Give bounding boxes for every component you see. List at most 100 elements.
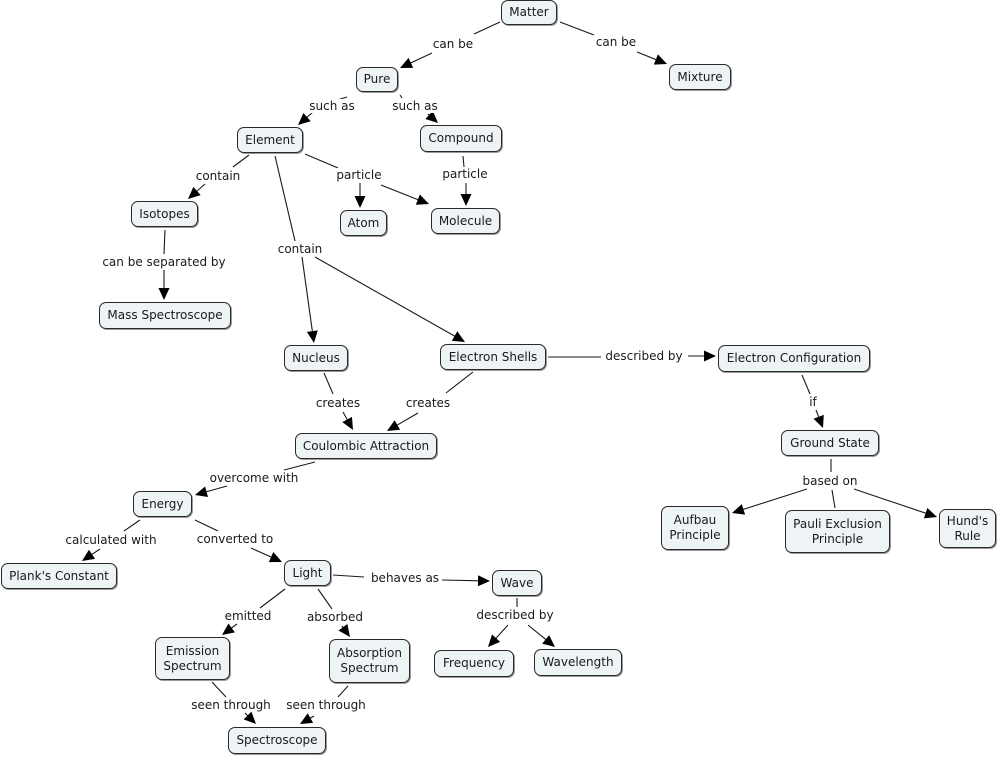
absorbed-to-absorption-arrow: [338, 624, 350, 637]
connection-lines: [82, 21, 937, 724]
overcome-to-energy-arrow: [195, 485, 228, 498]
element-to-particle-line: [304, 153, 339, 169]
link-label-shells-creates: creates: [403, 396, 453, 410]
contain-to-nucleus-arrow: [301, 256, 318, 343]
node-pure[interactable]: Pure: [356, 67, 398, 92]
link-label-isotopes-separated: can be separated by: [100, 255, 228, 269]
node-planks-constant[interactable]: Plank's Constant: [1, 563, 117, 589]
matter-to-pure-arrow: [400, 52, 433, 68]
link-label-matter-pure: can be: [430, 37, 476, 51]
arrowhead-icon: [704, 350, 716, 362]
arrowhead-icon: [188, 186, 201, 199]
isotopes-to-separated-line: [163, 229, 166, 255]
node-electron-shells[interactable]: Electron Shells: [440, 344, 546, 370]
node-electron-configuration[interactable]: Electron Configuration: [718, 345, 870, 372]
node-matter[interactable]: Matter: [501, 0, 557, 25]
shells-to-creates-line: [445, 371, 474, 394]
arrowhead-icon: [542, 635, 555, 647]
arrowhead-icon: [923, 507, 937, 519]
link-label-wave-described: described by: [474, 608, 556, 622]
node-coulombic-attraction[interactable]: Coulombic Attraction: [295, 433, 437, 459]
node-energy[interactable]: Energy: [133, 491, 192, 517]
node-wavelength[interactable]: Wavelength: [534, 649, 622, 676]
arrowhead-icon: [338, 624, 350, 637]
node-mass-spectroscope[interactable]: Mass Spectroscope: [99, 302, 231, 329]
node-pauli-exclusion-principle[interactable]: Pauli Exclusion Principle: [785, 510, 890, 553]
node-isotopes[interactable]: Isotopes: [131, 201, 198, 227]
arrowhead-icon: [300, 713, 314, 724]
pure-to-element-arrow: [298, 111, 314, 125]
link-label-energy-converted: converted to: [194, 532, 276, 546]
node-frequency[interactable]: Frequency: [434, 650, 514, 677]
particle-to-atom-arrow: [354, 183, 366, 208]
node-mixture[interactable]: Mixture: [669, 64, 731, 90]
link-label-light-absorbed: absorbed: [304, 610, 366, 624]
arrowhead-icon: [342, 416, 353, 430]
link-label-element-isotopes: contain: [193, 169, 243, 183]
node-compound[interactable]: Compound: [420, 125, 502, 152]
described-to-config-arrow: [688, 350, 716, 362]
link-label-coulombic-overcome: overcome with: [207, 471, 301, 485]
node-spectroscope[interactable]: Spectroscope: [228, 727, 326, 754]
absorption-to-seen-line: [337, 685, 349, 698]
node-element[interactable]: Element: [237, 127, 303, 153]
element-to-isotopes-arrow: [188, 183, 206, 199]
arrowhead-icon: [298, 112, 311, 125]
arrowhead-icon: [195, 486, 209, 498]
node-wave[interactable]: Wave: [492, 570, 542, 596]
node-emission-spectrum[interactable]: Emission Spectrum: [155, 637, 230, 680]
matter-to-pure-line: [473, 21, 501, 35]
arrowhead-icon: [732, 504, 746, 515]
link-label-matter-mixture: can be: [593, 35, 639, 49]
arrowhead-icon: [460, 194, 472, 206]
node-aufbau-principle[interactable]: Aufbau Principle: [661, 506, 729, 550]
link-label-compound-particle: particle: [440, 167, 490, 181]
link-label-light-behaves: behaves as: [368, 571, 442, 585]
link-label-ground-based-on: based on: [800, 474, 860, 488]
arrowhead-icon: [477, 575, 490, 587]
link-label-absorption-seen: seen through: [284, 698, 368, 712]
node-atom[interactable]: Atom: [340, 210, 387, 236]
config-to-if-line: [801, 374, 811, 395]
seen-to-spectroscope-arrow: [243, 711, 256, 724]
link-label-element-contain: contain: [275, 242, 325, 256]
arrowhead-icon: [387, 420, 401, 431]
link-label-emission-seen: seen through: [189, 698, 273, 712]
arrowhead-icon: [451, 331, 465, 342]
described-to-frequency-arrow: [488, 624, 509, 647]
coulombic-to-overcome-line: [283, 461, 316, 471]
element-to-contain-line: [274, 155, 296, 242]
compound-to-particle-line: [462, 155, 465, 168]
link-label-element-particle: particle: [334, 168, 384, 182]
link-label-nucleus-creates: creates: [313, 396, 363, 410]
light-to-emitted-line: [259, 588, 286, 609]
link-label-config-if: if: [807, 395, 819, 409]
particle-to-molecule-arrow: [380, 184, 429, 205]
seen2-to-spectroscope-arrow: [300, 713, 315, 724]
node-nucleus[interactable]: Nucleus: [284, 345, 348, 371]
calculated-to-planks-arrow: [82, 548, 101, 561]
emission-to-seen-line: [211, 681, 227, 698]
if-to-ground-arrow: [813, 409, 824, 428]
node-absorption-spectrum[interactable]: Absorption Spectrum: [329, 639, 410, 683]
arrowhead-icon: [82, 549, 96, 561]
link-label-light-emitted: emitted: [222, 609, 274, 623]
described-to-wavelength-arrow: [527, 624, 555, 647]
link-label-shells-described: described by: [603, 349, 685, 363]
pure-to-compound-line: [399, 94, 403, 99]
node-light[interactable]: Light: [284, 560, 331, 586]
creates-to-coulombic-arrow: [342, 411, 353, 430]
compound-particle-arrow: [460, 183, 472, 206]
light-to-behaves-line: [332, 574, 365, 578]
nucleus-to-creates-line: [323, 372, 334, 395]
arrowhead-icon: [222, 623, 235, 635]
matter-to-mixture-arrow: [636, 51, 667, 65]
link-label-energy-calculated: calculated with: [63, 533, 159, 547]
node-molecule[interactable]: Molecule: [431, 208, 500, 234]
contain-to-shells-arrow: [314, 256, 465, 342]
arrowhead-icon: [306, 330, 318, 343]
node-hunds-rule[interactable]: Hund's Rule: [939, 509, 996, 548]
node-ground-state[interactable]: Ground State: [781, 430, 879, 456]
energy-to-converted-line: [194, 519, 219, 532]
light-to-absorbed-line: [317, 588, 333, 610]
